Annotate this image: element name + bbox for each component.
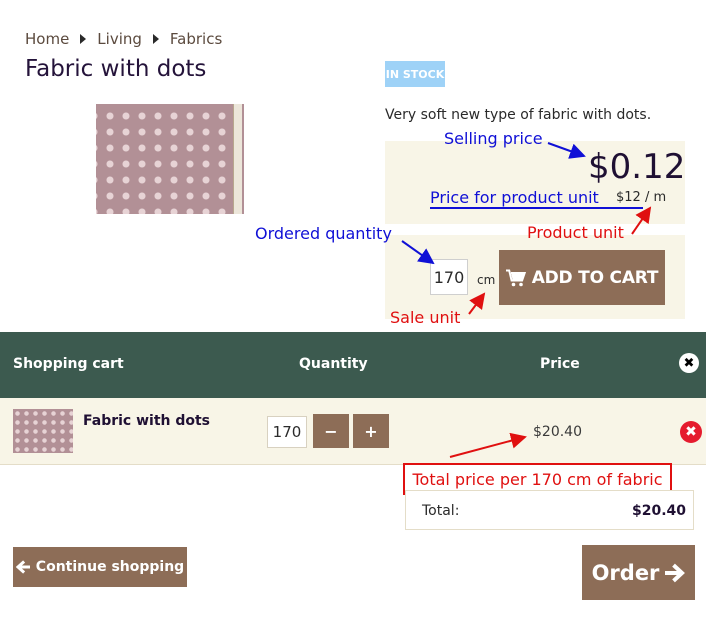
cart-item-thumbnail[interactable] bbox=[13, 409, 73, 453]
breadcrumb-home[interactable]: Home bbox=[25, 30, 69, 48]
cart-price-header: Price bbox=[540, 356, 580, 372]
total-label: Total: bbox=[422, 503, 460, 519]
cart-title: Shopping cart bbox=[13, 356, 124, 372]
remove-icon[interactable]: ✖ bbox=[680, 421, 702, 443]
arrow-left-icon bbox=[15, 560, 30, 574]
increase-quantity-button[interactable]: + bbox=[353, 414, 389, 448]
product-image[interactable] bbox=[96, 104, 244, 214]
annotation-sale-unit: Sale unit bbox=[390, 308, 461, 327]
breadcrumb-living[interactable]: Living bbox=[97, 30, 142, 48]
total-value: $20.40 bbox=[632, 503, 687, 519]
unit-price-value: $12 bbox=[616, 190, 641, 205]
triangle-right-icon bbox=[152, 34, 159, 44]
cart-item-price: $20.40 bbox=[533, 424, 582, 440]
order-button[interactable]: Order bbox=[582, 545, 695, 600]
continue-shopping-label: Continue shopping bbox=[35, 559, 185, 575]
annotation-selling-price: Selling price bbox=[444, 129, 543, 148]
annotation-product-unit: Product unit bbox=[527, 223, 624, 242]
add-to-cart-label: ADD TO CART bbox=[531, 267, 659, 288]
add-to-cart-button[interactable]: ADD TO CART bbox=[499, 250, 665, 305]
breadcrumb: Home Living Fabrics bbox=[25, 30, 222, 48]
breadcrumb-fabrics[interactable]: Fabrics bbox=[170, 30, 222, 48]
cart-icon bbox=[505, 269, 526, 286]
unit-price: $12 / m bbox=[616, 190, 666, 205]
product-description: Very soft new type of fabric with dots. bbox=[385, 107, 652, 123]
close-icon[interactable]: ✖ bbox=[679, 353, 699, 373]
sale-unit: cm bbox=[477, 273, 496, 287]
cart-header: Shopping cart Quantity Price bbox=[0, 332, 706, 398]
order-label: Order bbox=[591, 560, 660, 585]
cart-item-name[interactable]: Fabric with dots bbox=[83, 413, 210, 429]
decrease-quantity-button[interactable]: − bbox=[313, 414, 349, 448]
unit-separator: / bbox=[644, 190, 650, 205]
stock-badge: IN STOCK bbox=[385, 61, 445, 87]
quantity-input[interactable]: 170 bbox=[430, 259, 468, 295]
page-title: Fabric with dots bbox=[25, 56, 207, 82]
continue-shopping-button[interactable]: Continue shopping bbox=[13, 547, 187, 587]
annotation-ordered-quantity: Ordered quantity bbox=[255, 224, 392, 243]
arrow-right-icon bbox=[665, 563, 686, 582]
cart-quantity-header: Quantity bbox=[299, 356, 368, 372]
annotation-price-for-unit: Price for product unit bbox=[430, 188, 599, 207]
cart-item-quantity-input[interactable]: 170 bbox=[267, 416, 307, 448]
selling-price: $0.12 bbox=[588, 147, 686, 187]
triangle-right-icon bbox=[80, 34, 87, 44]
product-unit: m bbox=[653, 190, 667, 205]
